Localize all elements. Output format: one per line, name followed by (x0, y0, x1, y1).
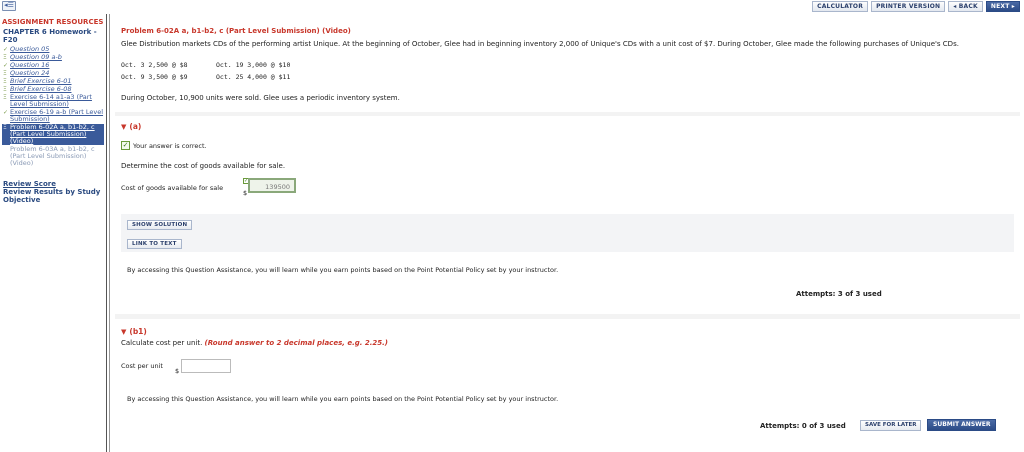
correct-indicator: ✓ Your answer is correct. (121, 141, 207, 150)
collapse-triangle-icon: ▼ (121, 123, 127, 131)
status-icon: Ξ (3, 86, 7, 93)
status-icon: Ξ (3, 54, 7, 61)
sidebar-title: ASSIGNMENT RESOURCES (2, 18, 104, 26)
link-to-text-button[interactable]: LINK TO TEXT (127, 239, 182, 249)
assignment-sidebar: ASSIGNMENT RESOURCES CHAPTER 6 Homework … (0, 14, 104, 452)
policy-text: By accessing this Question Assistance, y… (127, 266, 559, 274)
sidebar-divider (106, 14, 107, 452)
attempts-counter: Attempts: 3 of 3 used (796, 290, 882, 298)
status-icon: ✓ (3, 62, 9, 69)
top-buttons: CALCULATOR PRINTER VERSION ◂ BACK NEXT ▸ (812, 1, 1020, 12)
cogs-answer-field[interactable]: 139500 (248, 178, 296, 193)
rounding-note: (Round answer to 2 decimal places, e.g. … (204, 339, 388, 347)
sidebar-divider-inner (109, 14, 110, 452)
main-content: Problem 6-02A a, b1-b2, c (Part Level Su… (115, 22, 1020, 452)
sidebar-item-brief-6-01[interactable]: Ξ Brief Exercise 6-01 (2, 78, 104, 86)
currency-symbol: $ (243, 189, 248, 197)
status-icon: Ξ (3, 78, 7, 85)
problem-panel: Problem 6-02A a, b1-b2, c (Part Level Su… (115, 22, 1020, 112)
cogs-input-label: Cost of goods available for sale (121, 184, 224, 192)
checkmark-icon: ✓ (121, 141, 130, 150)
back-button[interactable]: ◂ BACK (948, 1, 983, 12)
sidebar-item-problem-6-03a[interactable]: Problem 6-03A a, b1-b2, c (Part Level Su… (2, 146, 104, 167)
status-icon: Ξ (3, 124, 7, 131)
status-icon: ✓ (3, 46, 9, 53)
part-a-heading[interactable]: ▼ (a) (121, 122, 141, 131)
sidebar-item-question-24[interactable]: Ξ Question 24 (2, 70, 104, 78)
next-button[interactable]: NEXT ▸ (985, 1, 1020, 12)
sidebar-item-problem-6-02a[interactable]: Ξ Problem 6-02A a, b1-b2, c (Part Level S… (2, 124, 104, 145)
status-icon: Ξ (3, 94, 7, 101)
collapse-toggle-icon[interactable]: ◂☰ (2, 1, 16, 11)
sidebar-item-question-09[interactable]: Ξ Question 09 a-b (2, 54, 104, 62)
problem-intro: Glee Distribution markets CDs of the per… (121, 40, 959, 48)
question-assistance-area: SHOW SOLUTION LINK TO TEXT (121, 214, 1014, 252)
printer-version-button[interactable]: PRINTER VERSION (871, 1, 946, 12)
save-for-later-button[interactable]: SAVE FOR LATER (860, 420, 922, 431)
part-a-panel: ▼ (a) ✓ Your answer is correct. Determine… (115, 116, 1020, 314)
status-icon: Ξ (3, 70, 7, 77)
part-b1-prompt: Calculate cost per unit. (Round answer t… (121, 339, 388, 347)
problem-title: Problem 6-02A a, b1-b2, c (Part Level Su… (121, 27, 351, 35)
part-b1-panel: ▼ (b1) Calculate cost per unit. (Round an… (115, 319, 1020, 452)
question-list: ✓ Question 05 Ξ Question 09 a-b ✓ Question … (0, 44, 104, 167)
sidebar-item-brief-6-08[interactable]: Ξ Brief Exercise 6-08 (2, 86, 104, 94)
calculator-button[interactable]: CALCULATOR (812, 1, 869, 12)
cost-per-unit-field[interactable] (181, 359, 231, 373)
chapter-title: CHAPTER 6 Homework - F20 (3, 28, 97, 44)
review-score-link[interactable]: Review Score (0, 180, 104, 188)
purchases-table: Oct. 3 2,500 @ $8 Oct. 19 3,000 @ $10 Oct… (121, 59, 290, 83)
sidebar-item-question-05[interactable]: ✓ Question 05 (2, 46, 104, 54)
top-toolbar: ◂☰ CALCULATOR PRINTER VERSION ◂ BACK NEX… (0, 0, 1024, 13)
sidebar-item-question-16[interactable]: ✓ Question 16 (2, 62, 104, 70)
currency-symbol: $ (175, 367, 180, 375)
part-a-prompt: Determine the cost of goods available fo… (121, 162, 286, 170)
purchase-row: Oct. 9 3,500 @ $9 Oct. 25 4,000 @ $11 (121, 73, 291, 81)
policy-text: By accessing this Question Assistance, y… (127, 395, 559, 403)
units-sold-text: During October, 10,900 units were sold. … (121, 94, 400, 102)
sidebar-item-exercise-6-19[interactable]: ✓ Exercise 6-19 a-b (Part Level Submissio… (2, 109, 104, 123)
show-solution-button[interactable]: SHOW SOLUTION (127, 220, 193, 230)
purchase-row: Oct. 3 2,500 @ $8 Oct. 19 3,000 @ $10 (121, 61, 291, 69)
collapse-triangle-icon: ▼ (121, 328, 127, 336)
part-b1-heading[interactable]: ▼ (b1) (121, 327, 147, 336)
review-results-link[interactable]: Review Results by Study Objective (0, 188, 104, 204)
sidebar-item-exercise-6-14[interactable]: Ξ Exercise 6-14 a1-a3 (Part Level Submiss… (2, 94, 104, 108)
cost-per-unit-label: Cost per unit (121, 362, 163, 370)
submit-answer-button[interactable]: SUBMIT ANSWER (927, 419, 997, 431)
attempts-counter: Attempts: 0 of 3 used (760, 422, 846, 430)
status-icon: ✓ (3, 109, 9, 116)
